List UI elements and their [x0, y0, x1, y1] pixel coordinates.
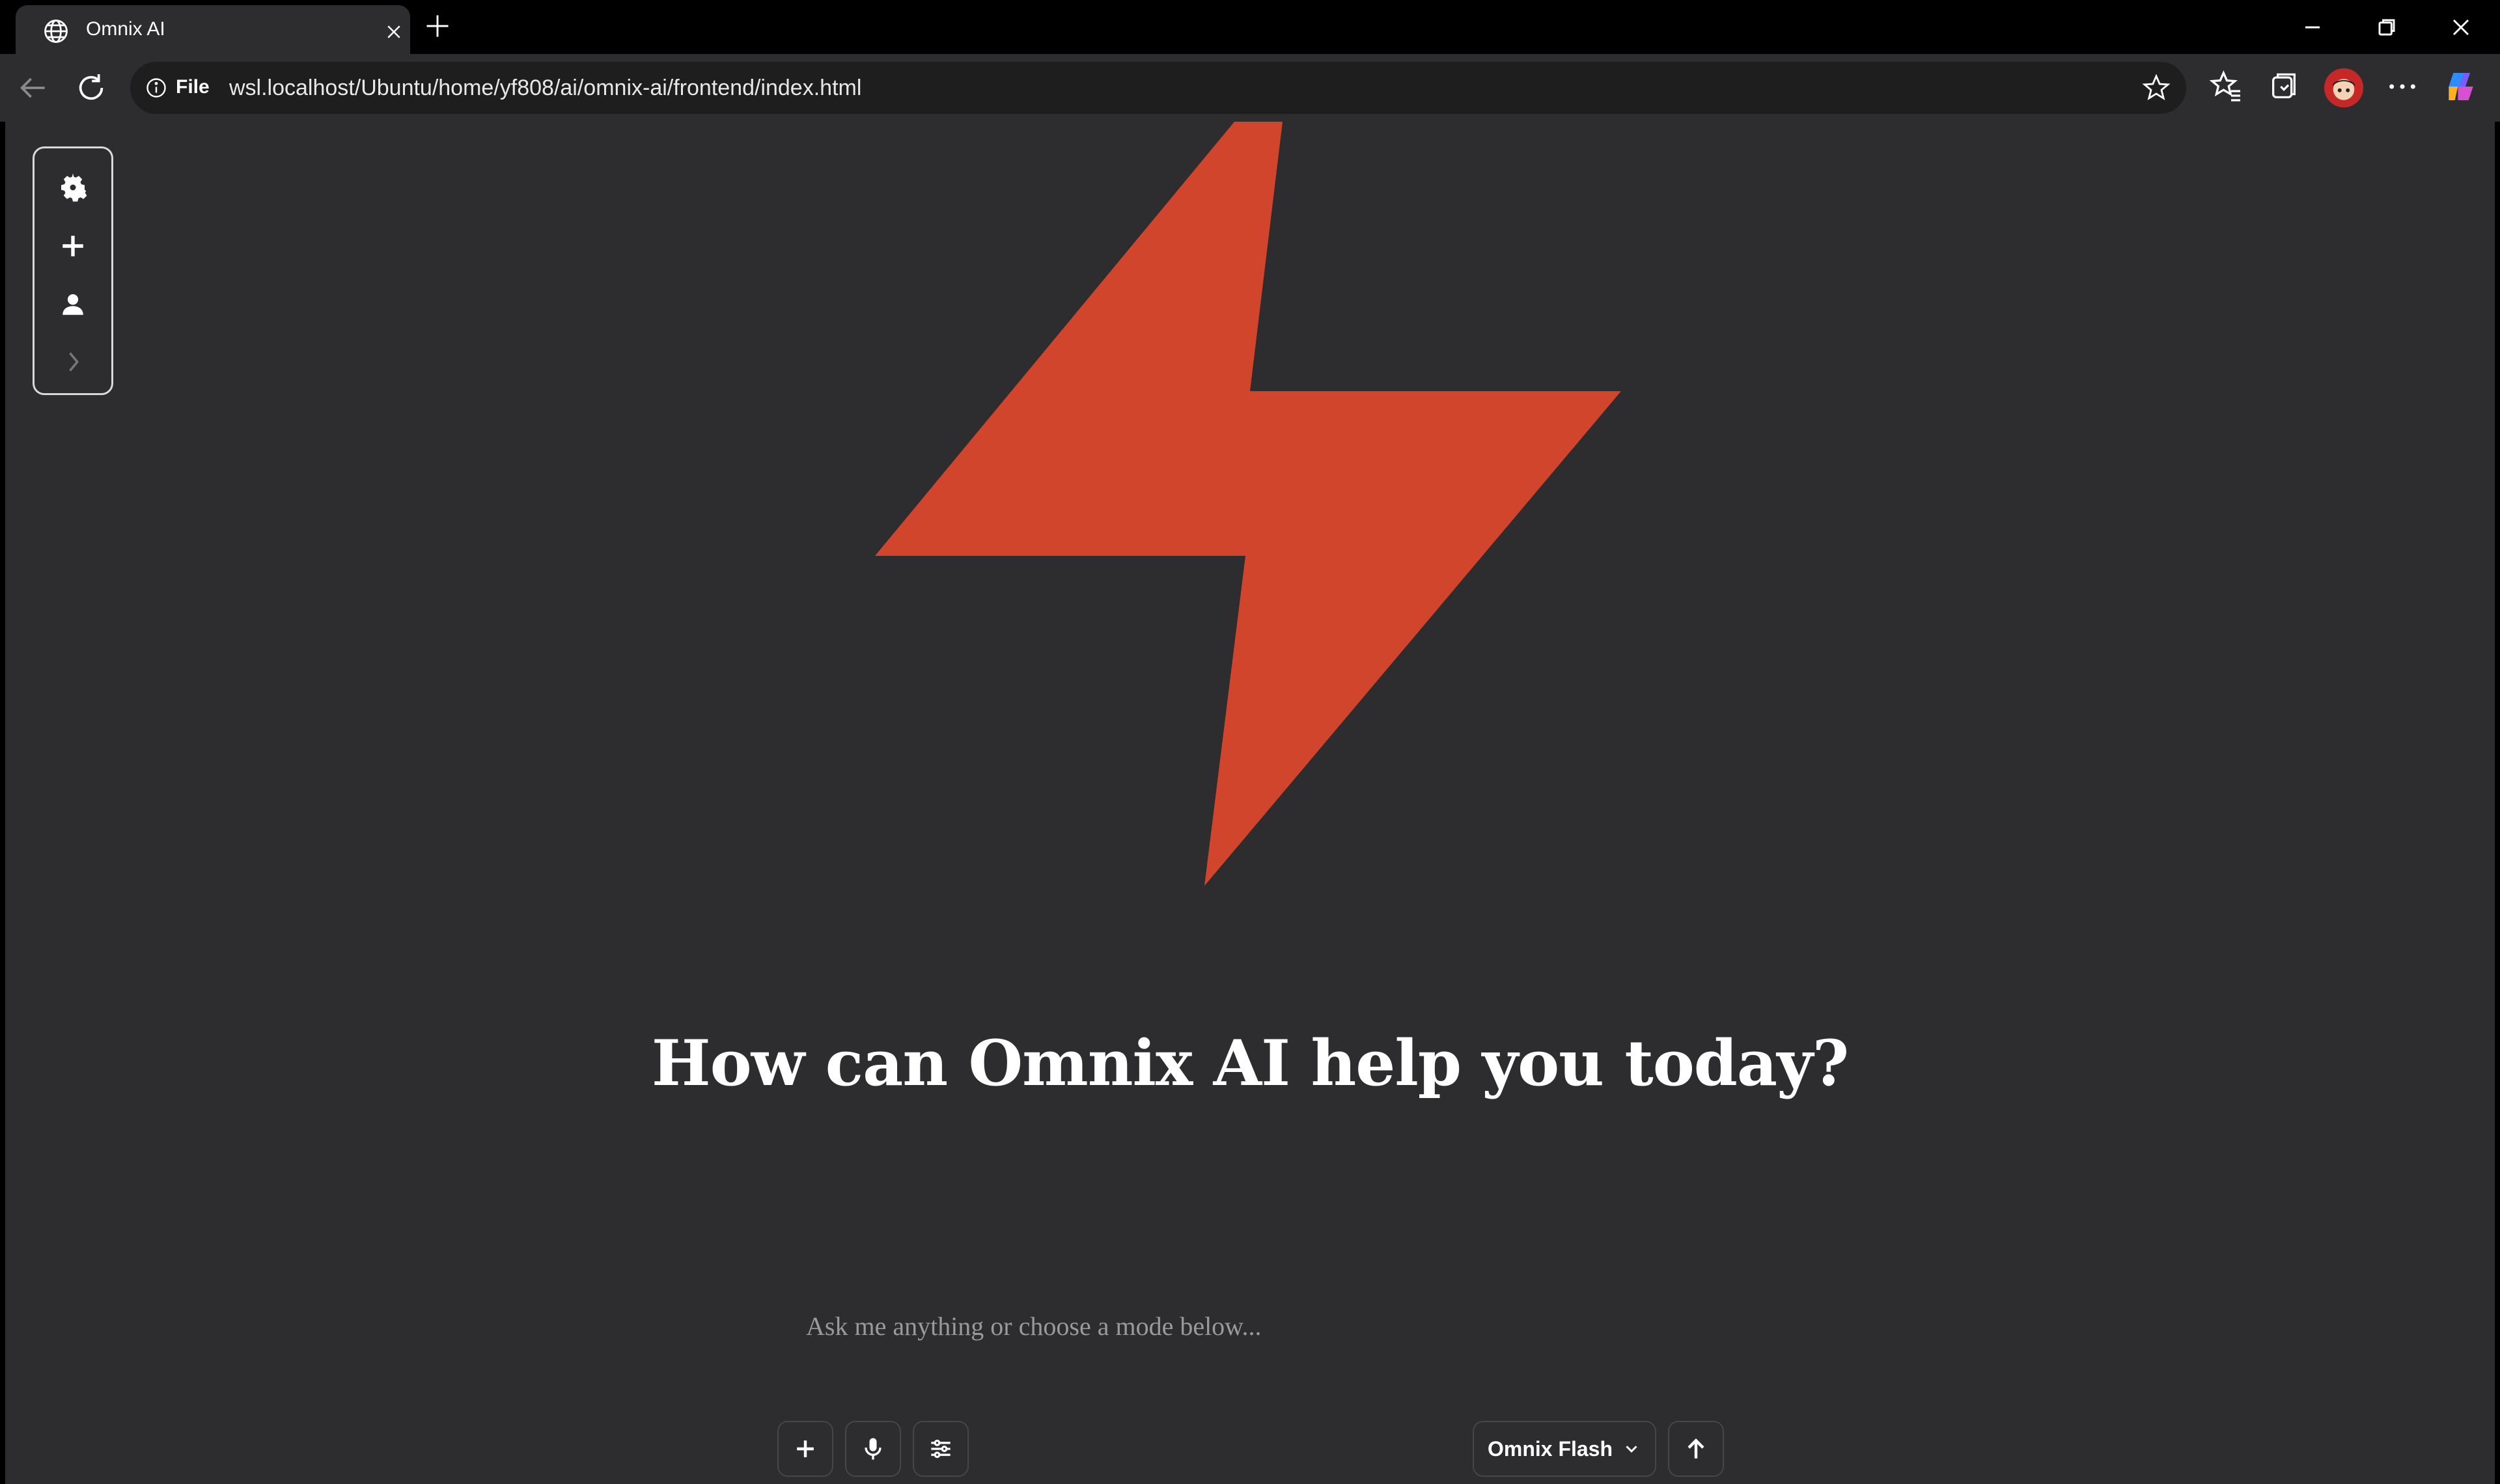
send-button[interactable] — [1668, 1421, 1724, 1477]
copilot-icon[interactable] — [2443, 68, 2479, 105]
address-bar[interactable]: File wsl.localhost/Ubuntu/home/yf808/ai/… — [130, 62, 2186, 114]
settings-sliders-button[interactable] — [913, 1421, 969, 1477]
url-text[interactable]: wsl.localhost/Ubuntu/home/yf808/ai/omnix… — [229, 76, 861, 101]
app-page: How can Omnix AI help you today? Omnix F… — [5, 122, 2495, 1484]
info-icon[interactable] — [145, 76, 168, 100]
minimize-icon[interactable] — [2298, 13, 2327, 42]
new-tab-icon[interactable] — [423, 12, 452, 40]
page-title: How can Omnix AI help you today? — [651, 1026, 1849, 1100]
tab-title: Omnix AI — [86, 18, 165, 40]
close-window-icon[interactable] — [2447, 13, 2475, 42]
favorites-icon[interactable] — [2208, 68, 2245, 105]
browser-titlebar: Omnix AI — [0, 0, 2500, 54]
reload-icon[interactable] — [73, 70, 109, 106]
file-scheme-label: File — [176, 76, 210, 98]
microphone-icon — [865, 1438, 882, 1460]
restore-icon[interactable] — [2372, 13, 2401, 42]
model-selector[interactable]: Omnix Flash — [1473, 1421, 1656, 1477]
favorite-star-icon[interactable] — [2141, 72, 2172, 103]
close-tab-icon[interactable] — [384, 22, 404, 42]
prompt-input[interactable] — [806, 1306, 1783, 1345]
model-selector-label: Omnix Flash — [1487, 1436, 1613, 1461]
sliders-icon — [931, 1439, 951, 1459]
arrow-up-icon — [1688, 1438, 1704, 1459]
back-arrow-icon[interactable] — [14, 70, 51, 106]
chevron-down-icon — [1626, 1446, 1637, 1453]
more-options-icon[interactable] — [2384, 68, 2421, 105]
globe-icon — [44, 20, 68, 43]
attach-button[interactable] — [777, 1421, 833, 1477]
collections-icon[interactable] — [2266, 68, 2302, 105]
plus-icon — [797, 1440, 814, 1457]
browser-tab[interactable]: Omnix AI — [16, 5, 410, 54]
browser-toolbar: File wsl.localhost/Ubuntu/home/yf808/ai/… — [0, 54, 2500, 122]
lightning-bolt-icon — [875, 122, 1621, 886]
voice-input-button[interactable] — [845, 1421, 901, 1477]
profile-avatar[interactable] — [2324, 68, 2363, 107]
